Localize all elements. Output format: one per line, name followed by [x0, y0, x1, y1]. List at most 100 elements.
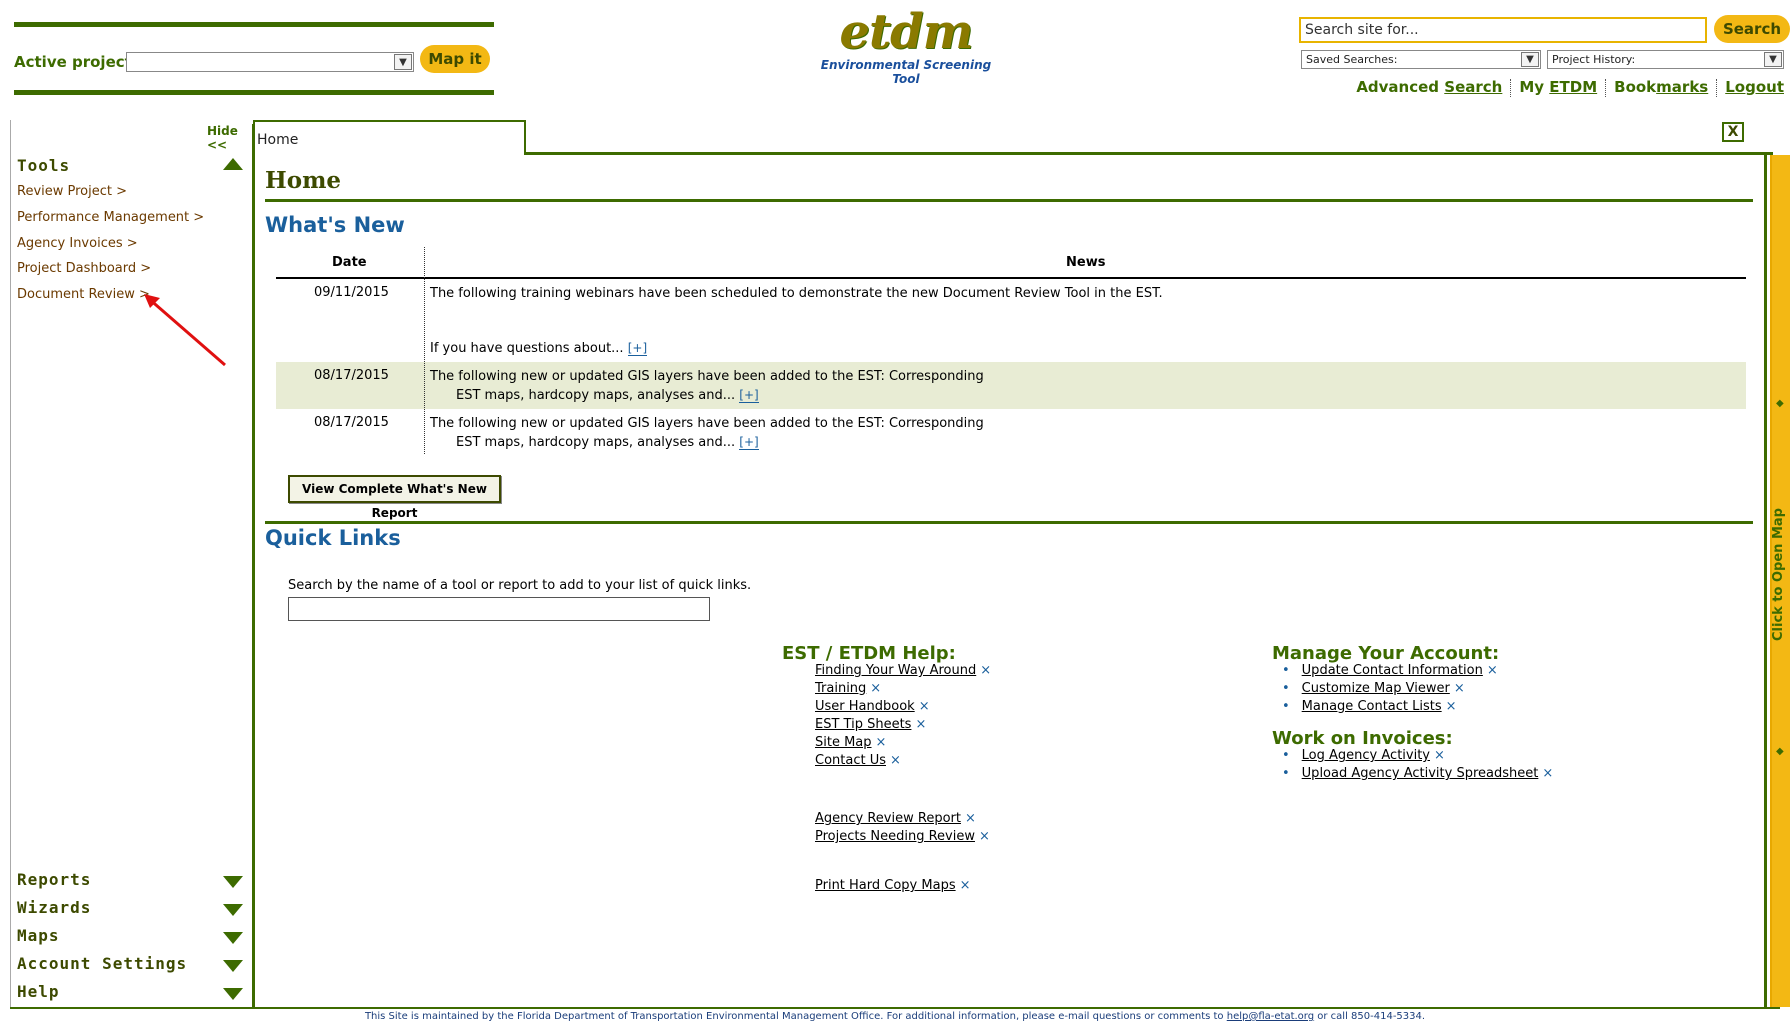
help-links-list: Finding Your Way Around × Training × User …: [782, 662, 991, 770]
account-link[interactable]: Manage Contact Lists: [1302, 699, 1442, 714]
help-link[interactable]: User Handbook: [815, 699, 915, 714]
expand-down-icon[interactable]: [223, 876, 243, 888]
invoice-link[interactable]: Log Agency Activity: [1302, 748, 1430, 763]
collapse-up-icon[interactable]: [223, 158, 243, 170]
quick-links-instruction: Search by the name of a tool or report t…: [288, 578, 752, 593]
expand-down-icon[interactable]: [223, 988, 243, 1000]
remove-icon[interactable]: ×: [919, 699, 930, 714]
tool-review-project[interactable]: Review Project >: [17, 184, 127, 199]
hide-sidebar-link[interactable]: Hide <<: [207, 124, 253, 152]
remove-icon[interactable]: ×: [876, 735, 887, 750]
list-item: Print Hard Copy Maps ×: [815, 877, 971, 895]
tools-section-title[interactable]: Tools: [17, 156, 70, 175]
col-news-header: News: [1066, 255, 1106, 270]
remove-icon[interactable]: ×: [870, 681, 881, 696]
map-link[interactable]: Print Hard Copy Maps: [815, 878, 956, 893]
review-link[interactable]: Projects Needing Review: [815, 829, 975, 844]
remove-icon[interactable]: ×: [980, 663, 991, 678]
help-link[interactable]: Site Map: [815, 735, 872, 750]
bottom-rule: [10, 1007, 1780, 1009]
link-separator: [1716, 78, 1718, 97]
saved-searches-select[interactable]: Saved Searches: ▼: [1301, 50, 1541, 69]
bullet-icon: •: [1282, 663, 1290, 678]
tool-agency-invoices[interactable]: Agency Invoices >: [17, 236, 138, 251]
bullet-icon: •: [1282, 748, 1290, 763]
remove-icon[interactable]: ×: [890, 753, 901, 768]
close-tab-button[interactable]: X: [1722, 122, 1744, 142]
logo-main-text: etdm: [839, 4, 973, 60]
remove-icon[interactable]: ×: [1454, 681, 1465, 696]
remove-icon[interactable]: ×: [979, 829, 990, 844]
expand-down-icon[interactable]: [223, 932, 243, 944]
tool-project-dashboard[interactable]: Project Dashboard >: [17, 261, 151, 276]
remove-icon[interactable]: ×: [1487, 663, 1498, 678]
view-whats-new-report-button[interactable]: View Complete What's New Report: [288, 475, 501, 520]
news-text: The following training webinars have bee…: [430, 285, 1163, 358]
link-separator: [1510, 78, 1512, 97]
footer-email-link[interactable]: help@fla-etat.org: [1227, 1011, 1314, 1022]
news-date: 08/17/2015: [314, 415, 389, 430]
help-link[interactable]: Finding Your Way Around: [815, 663, 976, 678]
tool-performance-management[interactable]: Performance Management >: [17, 210, 204, 225]
chevron-down-icon: ▼: [394, 54, 412, 70]
site-search-input[interactable]: Search site for...: [1299, 17, 1707, 43]
saved-searches-label: Saved Searches:: [1306, 53, 1398, 66]
project-history-select[interactable]: Project History: ▼: [1547, 50, 1784, 69]
account-link[interactable]: Update Contact Information: [1302, 663, 1483, 678]
col-date-header: Date: [332, 255, 367, 270]
help-link[interactable]: Training: [815, 681, 866, 696]
list-item: Finding Your Way Around ×: [815, 662, 991, 680]
whats-new-heading: What's New: [265, 213, 405, 237]
active-project-select[interactable]: ▼: [126, 52, 414, 72]
quick-links-search-input[interactable]: [288, 597, 710, 621]
help-link[interactable]: Contact Us: [815, 753, 886, 768]
my-etdm-link[interactable]: My ETDM: [1519, 78, 1597, 96]
wizards-section-title[interactable]: Wizards: [17, 898, 91, 917]
bookmarks-prefix: Book: [1614, 78, 1657, 96]
reports-section-title[interactable]: Reports: [17, 870, 91, 889]
invoice-link[interactable]: Upload Agency Activity Spreadsheet: [1302, 766, 1539, 781]
expand-news-button[interactable]: [+]: [739, 435, 759, 450]
list-item: User Handbook ×: [815, 698, 991, 716]
tab-home[interactable]: Home: [253, 120, 526, 154]
footer-text: This Site is maintained by the Florida D…: [364, 1011, 1227, 1022]
expand-news-button[interactable]: [+]: [627, 341, 648, 356]
bullet-icon: •: [1282, 766, 1290, 781]
logout-link[interactable]: Logout: [1725, 78, 1784, 96]
active-project-label: Active project:: [14, 53, 138, 71]
help-link[interactable]: EST Tip Sheets: [815, 717, 911, 732]
expand-news-button[interactable]: [+]: [739, 388, 759, 403]
advanced-search-link[interactable]: Advanced Search: [1356, 78, 1502, 96]
arrow-left-icon: ◆: [1776, 398, 1784, 409]
link-separator: [1605, 78, 1607, 97]
search-button[interactable]: Search: [1714, 15, 1790, 43]
list-item: • Manage Contact Lists ×: [1282, 698, 1553, 716]
remove-icon[interactable]: ×: [1434, 748, 1445, 763]
header: Active project: ▼ Map it etdm Environmen…: [0, 0, 1790, 118]
remove-icon[interactable]: ×: [1446, 699, 1457, 714]
logo-subtitle: Environmental Screening Tool: [820, 58, 992, 86]
list-item: EST Tip Sheets ×: [815, 716, 991, 734]
help-section-title[interactable]: Help: [17, 982, 60, 1001]
etdm-logo[interactable]: etdm Environmental Screening Tool: [806, 4, 1006, 86]
remove-icon[interactable]: ×: [1542, 766, 1553, 781]
remove-icon[interactable]: ×: [915, 717, 926, 732]
list-item: • Customize Map Viewer ×: [1282, 680, 1553, 698]
open-map-label[interactable]: Click to Open Map: [1771, 495, 1789, 655]
maps-section-title[interactable]: Maps: [17, 926, 60, 945]
review-link[interactable]: Agency Review Report: [815, 811, 961, 826]
remove-icon[interactable]: ×: [960, 878, 971, 893]
invoices-heading: Work on Invoices:: [1272, 728, 1453, 749]
remove-icon[interactable]: ×: [965, 811, 976, 826]
map-it-button[interactable]: Map it: [420, 45, 490, 73]
list-item: • Update Contact Information ×: [1282, 662, 1553, 680]
expand-down-icon[interactable]: [223, 904, 243, 916]
my-etdm-prefix: My: [1519, 78, 1550, 96]
news-line-2: EST maps, hardcopy maps, analyses and...…: [430, 386, 984, 405]
account-link[interactable]: Customize Map Viewer: [1302, 681, 1450, 696]
tool-document-review[interactable]: Document Review >: [17, 287, 150, 302]
main-content: Home What's New Date News 09/11/2015 The…: [255, 155, 1767, 1007]
account-settings-section-title[interactable]: Account Settings: [17, 954, 187, 973]
bookmarks-link[interactable]: Bookmarks: [1614, 78, 1708, 96]
expand-down-icon[interactable]: [223, 960, 243, 972]
